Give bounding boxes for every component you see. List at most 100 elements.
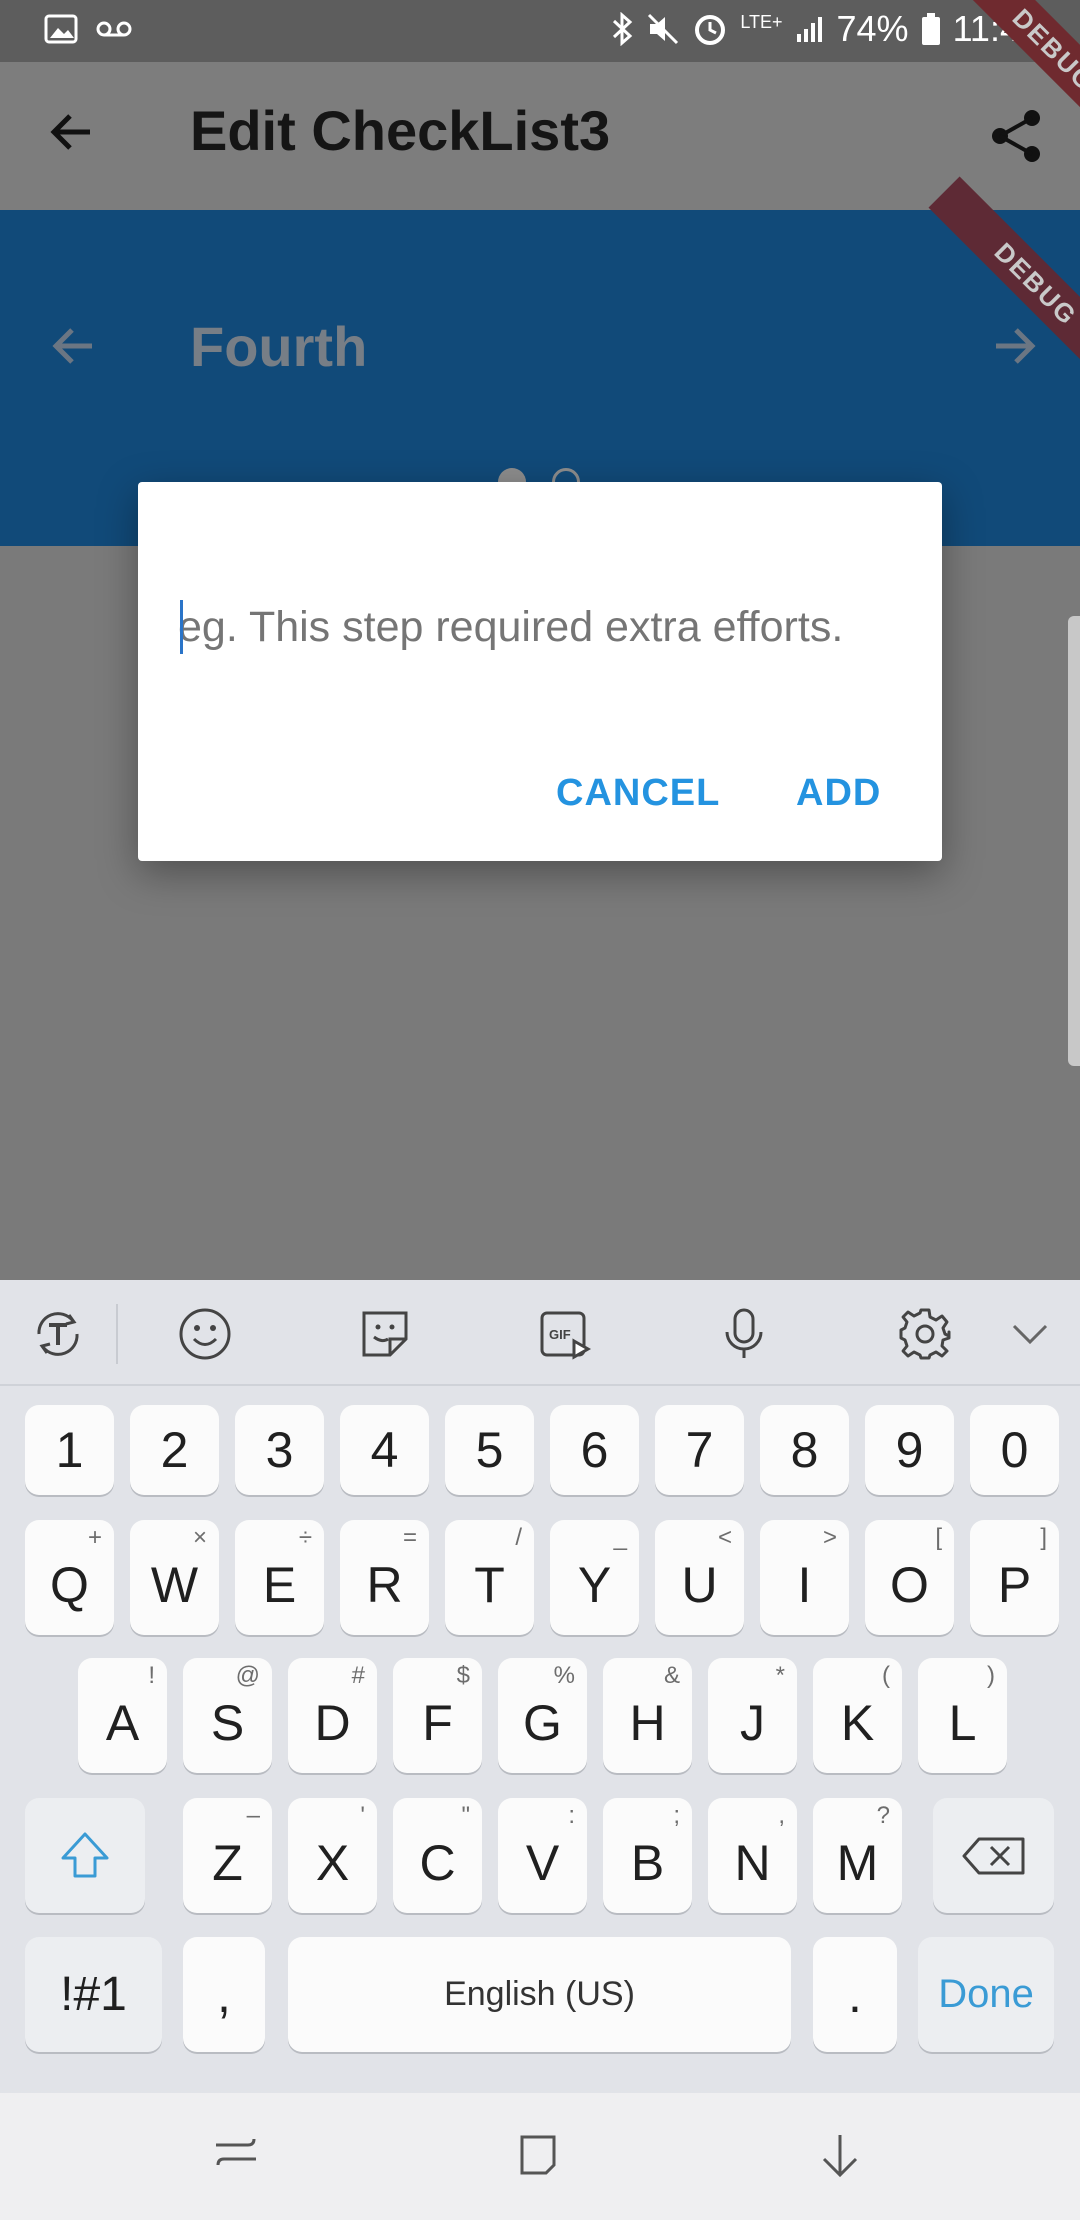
key-q[interactable]: Q + <box>25 1520 114 1635</box>
key-b[interactable]: B; <box>603 1798 692 1913</box>
key-3[interactable]: 3 <box>235 1405 324 1495</box>
key-x[interactable]: X ' <box>288 1798 377 1913</box>
key-secondary-label: ) <box>987 1662 995 1689</box>
key-secondary-label: < <box>717 1524 732 1551</box>
key-label: T <box>474 1556 505 1613</box>
backspace-key[interactable] <box>933 1798 1054 1913</box>
key-secondary-label: / <box>515 1524 522 1551</box>
key-7[interactable]: 7 <box>655 1405 744 1495</box>
key-p[interactable]: P] <box>970 1520 1059 1635</box>
key-n[interactable]: N, <box>708 1798 797 1913</box>
key-label: S <box>210 1694 245 1751</box>
key-label: Q <box>50 1556 89 1613</box>
key-2[interactable]: 2 <box>130 1405 219 1495</box>
backspace-icon <box>962 1837 1024 1874</box>
key-v[interactable]: V: <box>498 1798 587 1913</box>
key-s[interactable]: S @ <box>183 1658 272 1773</box>
sticker-icon <box>362 1311 408 1357</box>
key-6[interactable]: 6 <box>550 1405 639 1495</box>
text-cursor <box>180 600 183 654</box>
key-secondary-label: ] <box>1040 1524 1047 1551</box>
symbols-key[interactable]: !#1 <box>25 1937 162 2052</box>
key-a[interactable]: A! <box>78 1658 167 1773</box>
key-label: 0 <box>1000 1422 1029 1478</box>
key-z[interactable]: Z – <box>183 1798 272 1913</box>
done-key[interactable]: Done <box>918 1937 1054 2052</box>
key-label: F <box>422 1694 453 1751</box>
key-label: I <box>797 1556 812 1613</box>
status-bar: LTE+ 74% 11:40 <box>0 0 1080 62</box>
key-0[interactable]: 0 <box>970 1405 1059 1495</box>
key-e[interactable]: E ÷ <box>235 1520 324 1635</box>
key-8[interactable]: 8 <box>760 1405 849 1495</box>
app-bar: Edit CheckList3 <box>0 62 1080 210</box>
add-button[interactable]: ADD <box>796 772 881 815</box>
emoji-button[interactable] <box>175 1304 235 1364</box>
cancel-button[interactable]: CANCEL <box>556 772 720 815</box>
key-d[interactable]: D # <box>288 1658 377 1773</box>
key-label: 1 <box>55 1422 84 1478</box>
collapse-keyboard-button[interactable] <box>1000 1304 1060 1364</box>
mute-icon <box>648 13 679 45</box>
keyboard-toolbar: GIF <box>0 1280 1080 1386</box>
key-secondary-label: ' <box>360 1802 365 1829</box>
arrow-right-icon <box>996 328 1036 364</box>
key-label: J <box>740 1694 765 1751</box>
note-input[interactable] <box>178 592 902 662</box>
key-secondary-label: > <box>822 1524 837 1551</box>
shift-key[interactable] <box>25 1798 145 1913</box>
sticker-button[interactable] <box>355 1304 415 1364</box>
next-step-button[interactable] <box>990 322 1038 375</box>
key-y[interactable]: Y _ <box>550 1520 639 1635</box>
previous-step-button[interactable] <box>50 322 98 375</box>
key-secondary-label: & <box>663 1662 680 1689</box>
gif-button[interactable]: GIF <box>535 1304 595 1364</box>
key-t[interactable]: T / <box>445 1520 534 1635</box>
back-nav-button[interactable] <box>814 2129 866 2186</box>
key-i[interactable]: I > <box>760 1520 849 1635</box>
key-c[interactable]: C " <box>393 1798 482 1913</box>
key-secondary-label: $ <box>456 1662 470 1689</box>
period-key[interactable]: . <box>813 1937 897 2052</box>
key-f[interactable]: F $ <box>393 1658 482 1773</box>
key-k[interactable]: K( <box>813 1658 902 1773</box>
key-u[interactable]: U < <box>655 1520 744 1635</box>
key-h[interactable]: H & <box>603 1658 692 1773</box>
key-label: 8 <box>790 1422 819 1478</box>
edge-panel-handle[interactable] <box>1068 616 1080 1066</box>
key-secondary-label: * <box>775 1662 785 1689</box>
key-9[interactable]: 9 <box>865 1405 954 1495</box>
keyboard-settings-button[interactable] <box>895 1304 955 1364</box>
key-label: G <box>523 1694 562 1751</box>
arrow-left-icon <box>52 328 92 364</box>
emoji-icon <box>179 1308 231 1360</box>
key-secondary-label: @ <box>235 1662 260 1689</box>
shift-icon <box>61 1832 109 1877</box>
share-button[interactable] <box>988 108 1044 169</box>
key-m[interactable]: M? <box>813 1798 902 1913</box>
key-j[interactable]: J * <box>708 1658 797 1773</box>
key-1[interactable]: 1 <box>25 1405 114 1495</box>
home-button[interactable] <box>512 2129 564 2186</box>
recent-apps-button[interactable] <box>210 2129 262 2186</box>
key-secondary-label: ÷ <box>298 1524 312 1551</box>
network-type: LTE+ <box>740 11 783 32</box>
key-g[interactable]: G% <box>498 1658 587 1773</box>
key-5[interactable]: 5 <box>445 1405 534 1495</box>
space-key[interactable]: English (US) <box>288 1937 791 2052</box>
key-o[interactable]: O[ <box>865 1520 954 1635</box>
keyboard: GIF 1234567890 Q + W × E ÷ R = T / Y _ U < I > O[P] A! S @… <box>0 1280 1080 2093</box>
key-w[interactable]: W × <box>130 1520 219 1635</box>
key-4[interactable]: 4 <box>340 1405 429 1495</box>
key-secondary-label: × <box>192 1524 207 1551</box>
svg-text:GIF: GIF <box>549 1327 571 1342</box>
key-label: O <box>890 1556 929 1613</box>
bluetooth-icon <box>613 12 633 46</box>
back-button[interactable] <box>46 106 98 163</box>
key-l[interactable]: L) <box>918 1658 1007 1773</box>
comma-key[interactable]: , <box>183 1937 265 2052</box>
voice-input-button[interactable] <box>714 1304 774 1364</box>
signal-icon <box>796 17 822 42</box>
text-mode-button[interactable] <box>28 1304 88 1364</box>
key-r[interactable]: R = <box>340 1520 429 1635</box>
